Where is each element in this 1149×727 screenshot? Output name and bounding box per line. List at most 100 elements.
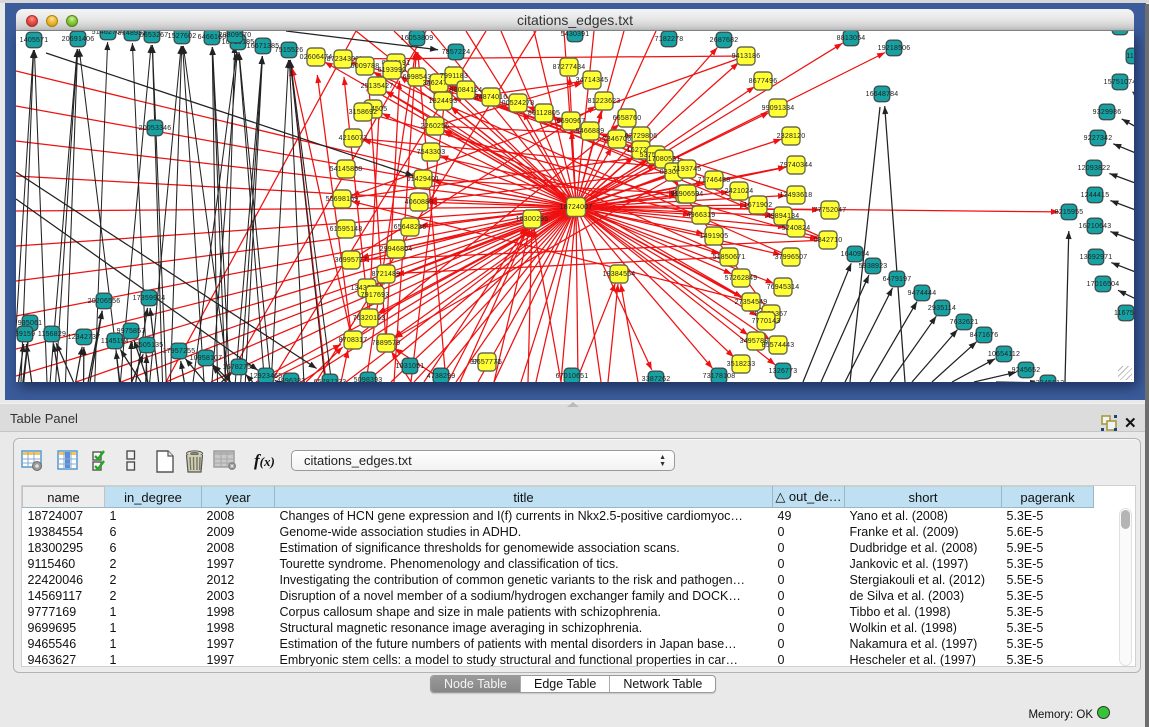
svg-text:61595148: 61595148 [330,226,363,233]
svg-text:1156829: 1156829 [38,331,66,338]
svg-text:18300295: 18300295 [516,216,549,223]
svg-text:73178108: 73178108 [703,373,736,380]
svg-text:1405571: 1405571 [20,37,49,44]
svg-text:7543303: 7543303 [417,149,446,156]
svg-text:2421024: 2421024 [725,188,754,195]
svg-text:8471676: 8471676 [970,332,999,339]
svg-text:6658760: 6658760 [613,115,642,122]
svg-text:8215955: 8215955 [1055,209,1084,216]
svg-text:15751074: 15751074 [1104,79,1134,86]
svg-text:71746488: 71746488 [698,177,731,184]
svg-text:79740344: 79740344 [780,162,813,169]
svg-text:85574443: 85574443 [762,342,795,349]
svg-text:4896383: 4896383 [277,378,306,382]
svg-text:1112: 1112 [1126,53,1134,60]
svg-text:17359924: 17359924 [133,295,166,302]
svg-text:7889579: 7889579 [372,340,401,347]
svg-text:8677496: 8677496 [749,78,778,85]
svg-text:98084124: 98084124 [450,87,483,94]
svg-text:87277434: 87277434 [553,64,586,71]
svg-text:4216073: 4216073 [339,135,368,142]
svg-text:16210643: 16210643 [1079,223,1112,230]
svg-text:1244415: 1244415 [1081,192,1110,199]
svg-text:28809570: 28809570 [219,32,252,39]
svg-text:34714345: 34714345 [576,77,609,84]
svg-text:65648236: 65648236 [394,224,427,231]
svg-text:3158692: 3158692 [349,109,378,116]
svg-text:4738299: 4738299 [427,373,456,380]
svg-text:16782759: 16782759 [223,364,256,371]
svg-text:5466889: 5466889 [576,128,605,135]
svg-text:9657771: 9657771 [473,359,502,366]
svg-text:1326773: 1326773 [769,368,798,375]
svg-text:76320163: 76320163 [353,315,386,322]
svg-text:9227342: 9227342 [1084,135,1113,142]
svg-text:7991183: 7991183 [440,73,468,80]
svg-text:4060883: 4060883 [405,199,434,206]
svg-text:19218506: 19218506 [878,45,911,52]
svg-text:57262849: 57262849 [725,275,758,282]
svg-text:7632621: 7632621 [950,319,979,326]
svg-text:20053346: 20053346 [139,125,172,132]
svg-text:9413186: 9413186 [732,53,761,60]
svg-text:7193745: 7193745 [673,166,702,173]
svg-text:7515526: 7515526 [275,47,304,54]
svg-text:9245652: 9245652 [1012,367,1041,374]
svg-text:1640954: 1640954 [841,251,870,258]
svg-text:5430391: 5430391 [561,31,590,38]
svg-text:2260256: 2260256 [421,123,450,130]
svg-text:37996507: 37996507 [775,254,808,261]
svg-text:12342737: 12342737 [68,334,101,341]
svg-text:17957255: 17957255 [163,348,196,355]
svg-text:36995777: 36995777 [335,257,368,264]
svg-text:6193990: 6193990 [378,67,407,74]
svg-text:7857224: 7857224 [442,49,471,56]
svg-text:8708317: 8708317 [339,337,368,344]
svg-text:71906594: 71906594 [671,191,704,198]
svg-text:62729806: 62729806 [625,133,658,140]
svg-text:25135427: 25135427 [361,83,394,90]
svg-text:18724007: 18724007 [560,204,593,211]
svg-text:39159: 39159 [16,331,35,338]
svg-text:20206556: 20206556 [88,298,121,305]
svg-text:77752047: 77752047 [814,207,847,214]
svg-text:87234309: 87234309 [327,56,360,63]
svg-text:10654112: 10654112 [988,351,1020,358]
svg-text:9975857: 9975857 [117,328,146,335]
svg-text:76945314: 76945314 [767,284,800,291]
svg-text:1145194: 1145194 [101,338,129,345]
svg-text:0842710: 0842710 [814,237,843,244]
svg-text:5009788: 5009788 [351,63,380,70]
svg-text:7770143: 7770143 [752,318,781,325]
svg-text:6479197: 6479197 [883,276,912,283]
svg-text:1491905: 1491905 [700,233,729,240]
svg-text:12093822: 12093822 [1078,165,1111,172]
svg-text:9474444: 9474444 [908,290,937,297]
svg-text:7917693: 7917693 [361,292,390,299]
svg-text:80112805: 80112805 [528,110,560,117]
svg-text:4966319: 4966319 [687,212,716,219]
svg-text:1527602: 1527602 [168,33,197,40]
svg-text:2935114: 2935114 [928,305,956,312]
svg-text:1824493: 1824493 [429,98,458,105]
svg-text:01429401: 01429401 [407,176,440,183]
svg-text:9329986: 9329986 [1093,109,1122,116]
svg-text:3518233: 3518233 [727,361,756,368]
svg-text:16053809: 16053809 [401,35,434,42]
svg-text:2687682: 2687682 [710,37,739,44]
svg-text:5240824: 5240824 [782,225,811,232]
svg-text:55698169: 55698169 [326,196,359,203]
svg-text:1671902: 1671902 [744,202,773,209]
svg-text:99091334: 99091334 [762,105,795,112]
svg-text:13692971: 13692971 [1080,254,1113,261]
svg-text:116753: 116753 [1114,310,1134,317]
svg-text:17016504: 17016504 [1087,281,1120,288]
svg-text:51850671: 51850671 [713,254,746,261]
svg-text:1031051: 1031051 [396,363,425,370]
svg-text:8813054: 8813054 [837,35,866,42]
svg-text:17080531: 17080531 [648,156,681,163]
svg-text:00524278: 00524278 [502,100,535,107]
svg-text:65787133: 65787133 [314,379,347,382]
svg-text:54145868: 54145868 [330,166,363,173]
svg-text:20691406: 20691406 [62,36,95,43]
